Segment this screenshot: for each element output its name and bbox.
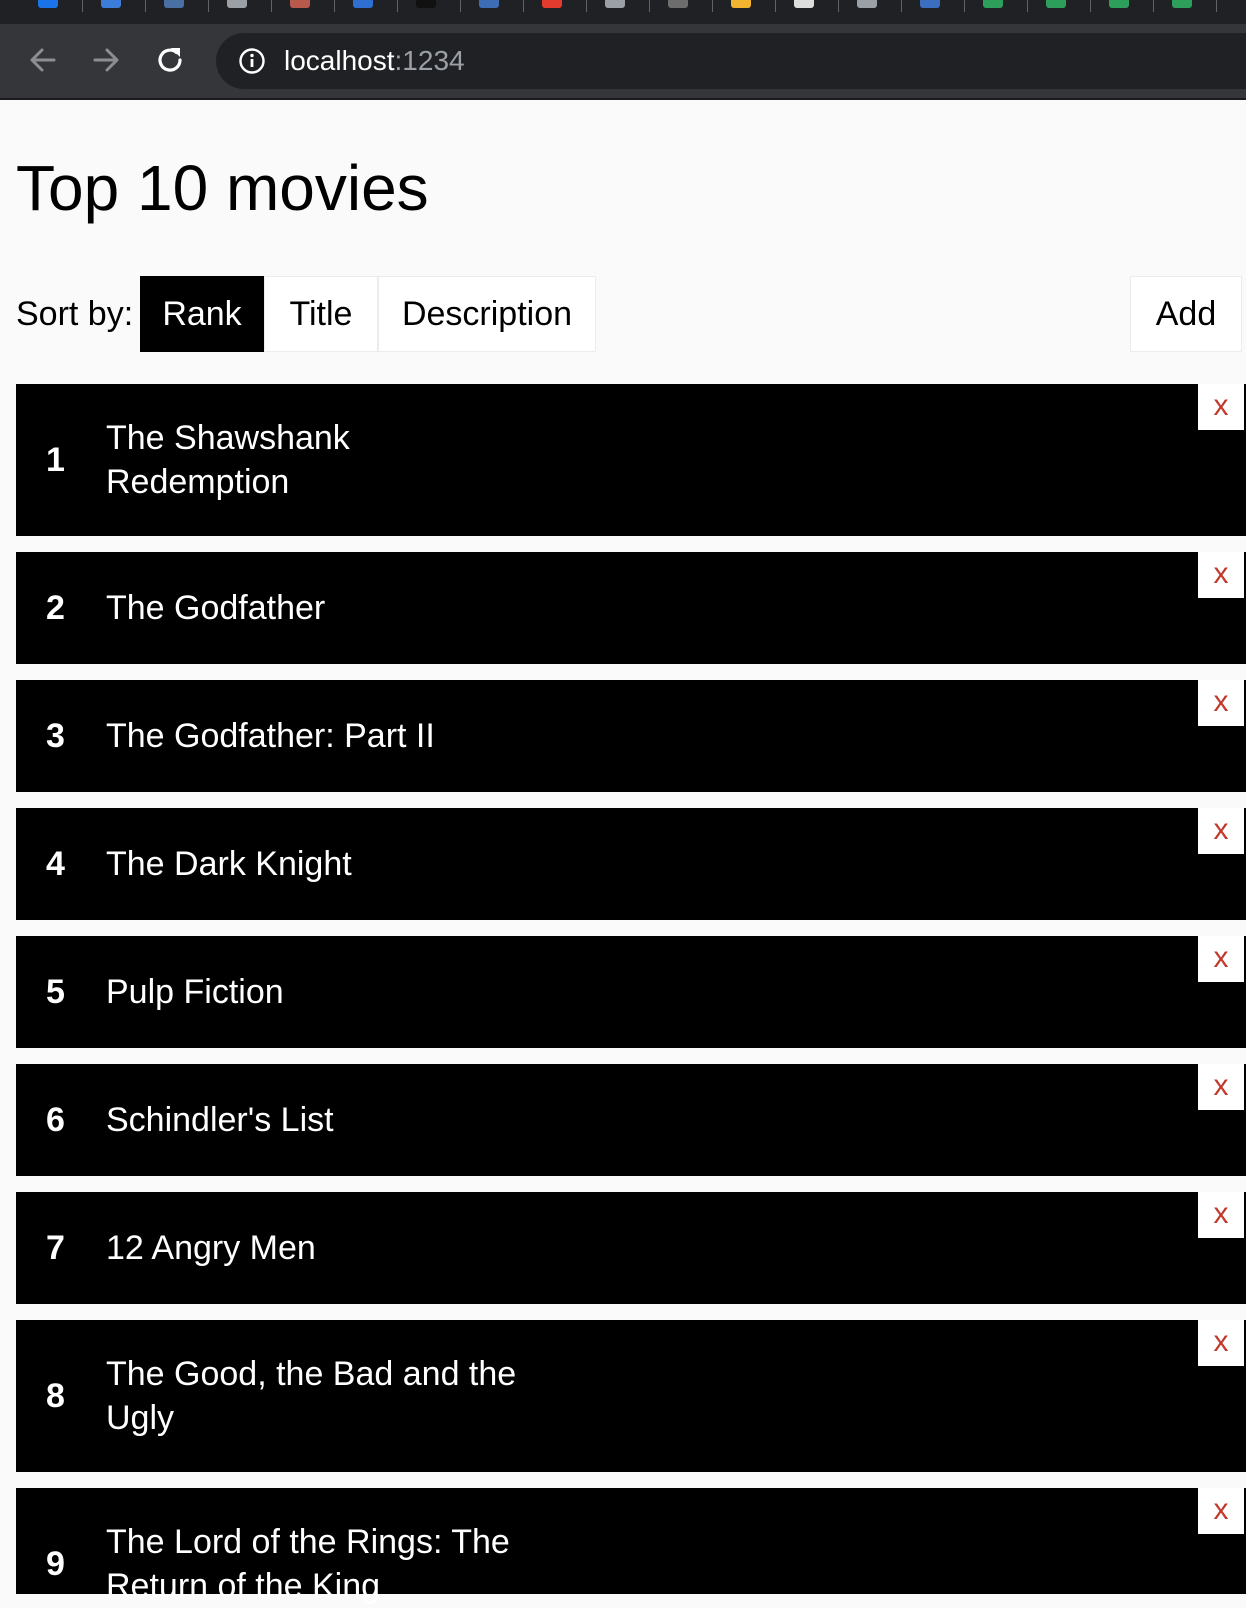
tab-separator [82, 0, 83, 12]
tab-favicon-icon[interactable] [164, 0, 184, 8]
tab-separator [649, 0, 650, 12]
tab-favicon-icon[interactable] [1172, 0, 1192, 8]
movie-row[interactable]: 3 The Godfather: Part II x [16, 680, 1246, 792]
forward-button[interactable] [86, 40, 126, 80]
movie-row[interactable]: 2 The Godfather x [16, 552, 1246, 664]
tab-favicon-icon[interactable] [605, 0, 625, 8]
movie-row[interactable]: 4 The Dark Knight x [16, 808, 1246, 920]
tab-favicon-icon[interactable] [542, 0, 562, 8]
movie-rank: 5 [46, 973, 65, 1011]
remove-button[interactable]: x [1198, 936, 1244, 982]
tab-favicon-icon[interactable] [353, 0, 373, 8]
tab-favicon-icon[interactable] [101, 0, 121, 8]
page-title: Top 10 movies [16, 152, 429, 224]
movie-rank: 7 [46, 1229, 65, 1267]
tab-favicon-icon[interactable] [668, 0, 688, 8]
movie-title: 12 Angry Men [106, 1229, 316, 1267]
tab-separator [1090, 0, 1091, 12]
movie-row[interactable]: 9 The Lord of the Rings: The Return of t… [16, 1488, 1246, 1605]
tab-separator [145, 0, 146, 12]
remove-button[interactable]: x [1198, 1064, 1244, 1110]
movie-title: The Godfather [106, 589, 326, 627]
movie-title: Pulp Fiction [106, 973, 284, 1011]
browser-tab-strip [0, 0, 1246, 24]
back-button[interactable] [23, 40, 63, 80]
tab-separator [1153, 0, 1154, 12]
movie-title: Schindler's List [106, 1101, 334, 1139]
remove-button[interactable]: x [1198, 384, 1244, 430]
tab-separator [901, 0, 902, 12]
tab-separator [775, 0, 776, 12]
movie-title: The Dark Knight [106, 845, 352, 883]
tab-favicon-icon[interactable] [1109, 0, 1129, 8]
tab-separator [334, 0, 335, 12]
sort-title-button[interactable]: Title [264, 276, 378, 352]
movie-row[interactable]: 5 Pulp Fiction x [16, 936, 1246, 1048]
tab-favicon-icon[interactable] [731, 0, 751, 8]
tab-favicon-icon[interactable] [227, 0, 247, 8]
tab-separator [586, 0, 587, 12]
tab-favicon-icon[interactable] [794, 0, 814, 8]
tab-separator [1216, 0, 1217, 12]
tab-separator [397, 0, 398, 12]
movie-title: The Lord of the Rings: The Return of the… [106, 1523, 510, 1605]
info-icon[interactable] [238, 47, 266, 75]
tab-favicon-icon[interactable] [920, 0, 940, 8]
movie-rank: 6 [46, 1101, 65, 1139]
url-host: localhost [284, 45, 395, 76]
address-bar[interactable]: localhost:1234 [216, 33, 1246, 89]
movie-row[interactable]: 8 The Good, the Bad and the Ugly x [16, 1320, 1246, 1472]
movie-rank: 1 [46, 441, 65, 479]
movie-row[interactable]: 1 The Shawshank Redemption x [16, 384, 1246, 536]
remove-button[interactable]: x [1198, 1488, 1244, 1534]
movie-rank: 2 [46, 589, 65, 627]
movie-rank: 3 [46, 717, 65, 755]
sort-rank-button[interactable]: Rank [140, 276, 264, 352]
movie-title: The Godfather: Part II [106, 717, 435, 755]
tab-favicon-icon[interactable] [38, 0, 58, 8]
tab-separator [964, 0, 965, 12]
remove-button[interactable]: x [1198, 1320, 1244, 1366]
tab-separator [838, 0, 839, 12]
reload-icon [158, 48, 182, 72]
tab-separator [523, 0, 524, 12]
remove-button[interactable]: x [1198, 1192, 1244, 1238]
movie-row[interactable]: 7 12 Angry Men x [16, 1192, 1246, 1304]
browser-toolbar: localhost:1234 [0, 24, 1246, 100]
tab-separator [208, 0, 209, 12]
movie-rank: 9 [46, 1545, 65, 1583]
tab-separator [271, 0, 272, 12]
reload-button[interactable] [150, 40, 190, 80]
arrow-left-icon [30, 48, 56, 72]
address-url: localhost:1234 [284, 33, 465, 89]
remove-button[interactable]: x [1198, 552, 1244, 598]
tab-separator [460, 0, 461, 12]
tab-favicon-icon[interactable] [983, 0, 1003, 8]
sort-description-button[interactable]: Description [378, 276, 596, 352]
tab-favicon-icon[interactable] [290, 0, 310, 8]
movie-row[interactable]: 6 Schindler's List x [16, 1064, 1246, 1176]
url-port: :1234 [394, 45, 465, 76]
tab-favicon-icon[interactable] [857, 0, 877, 8]
remove-button[interactable]: x [1198, 808, 1244, 854]
movie-rank: 8 [46, 1377, 65, 1415]
tab-separator [712, 0, 713, 12]
movie-title: The Shawshank Redemption [106, 419, 350, 501]
arrow-right-icon [93, 48, 119, 72]
tab-favicon-icon[interactable] [479, 0, 499, 8]
movie-rank: 4 [46, 845, 65, 883]
tab-favicon-icon[interactable] [416, 0, 436, 8]
remove-button[interactable]: x [1198, 680, 1244, 726]
add-button[interactable]: Add [1130, 276, 1242, 352]
movie-title: The Good, the Bad and the Ugly [106, 1355, 517, 1437]
tab-favicon-icon[interactable] [1046, 0, 1066, 8]
sort-label: Sort by: [16, 295, 134, 333]
tab-separator [1027, 0, 1028, 12]
